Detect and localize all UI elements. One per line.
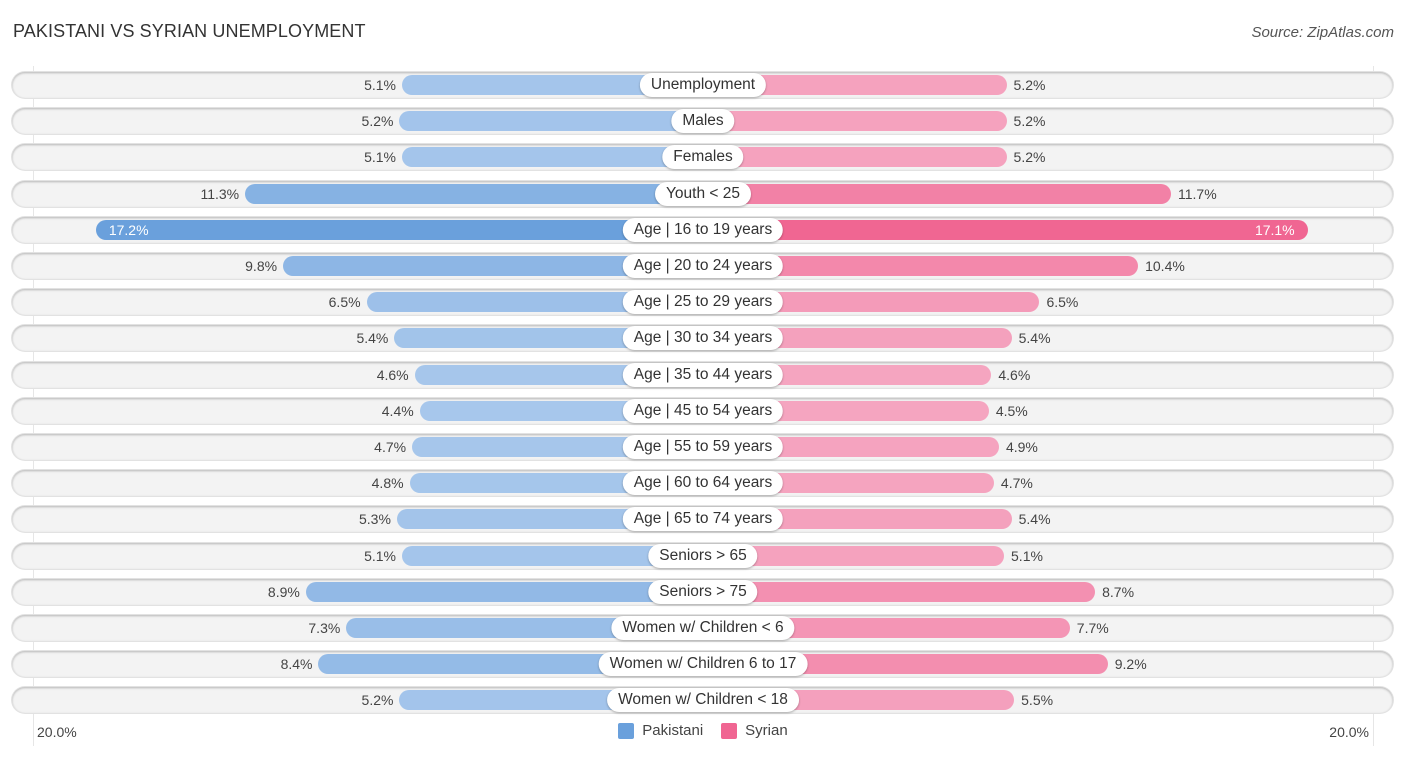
category-label: Seniors > 65	[648, 543, 758, 568]
value-label-syrian: 5.2%	[1013, 149, 1046, 166]
bar-syrian[interactable]	[703, 581, 1096, 602]
value-label-syrian: 8.7%	[1102, 583, 1135, 600]
legend: Pakistani Syrian	[0, 722, 1406, 739]
value-label-syrian: 5.5%	[1021, 692, 1054, 709]
category-label: Age | 65 to 74 years	[622, 507, 784, 532]
value-label-pakistani: 17.2%	[108, 221, 149, 238]
value-label-pakistani: 4.4%	[381, 402, 414, 419]
value-label-pakistani: 6.5%	[328, 294, 361, 311]
category-label: Women w/ Children < 18	[607, 688, 799, 713]
value-label-syrian: 4.9%	[1005, 439, 1038, 455]
category-label: Age | 60 to 64 years	[622, 471, 784, 496]
value-label-pakistani: 5.1%	[364, 77, 396, 93]
bar-pakistani[interactable]	[245, 183, 703, 204]
value-label-pakistani: 4.8%	[371, 475, 404, 492]
category-label: Age | 25 to 29 years	[622, 290, 784, 315]
value-label-pakistani: 5.4%	[356, 330, 389, 347]
value-label-syrian: 5.4%	[1018, 511, 1051, 528]
value-label-syrian: 5.2%	[1013, 77, 1046, 93]
category-label: Seniors > 75	[648, 579, 758, 604]
value-label-pakistani: 5.3%	[359, 511, 391, 528]
legend-swatch-syrian	[721, 722, 738, 739]
bar-pakistani[interactable]	[401, 147, 703, 168]
value-label-syrian: 4.5%	[995, 402, 1028, 419]
value-label-pakistani: 11.3%	[200, 185, 240, 202]
legend-item-syrian[interactable]: Syrian	[721, 722, 788, 739]
category-label: Age | 20 to 24 years	[622, 254, 784, 278]
value-label-pakistani: 7.3%	[308, 620, 341, 636]
category-label: Females	[662, 145, 744, 170]
bar-pakistani[interactable]	[399, 111, 703, 132]
bar-syrian[interactable]	[703, 219, 1308, 240]
bar-syrian[interactable]	[703, 147, 1007, 168]
category-label: Women w/ Children < 6	[611, 616, 795, 640]
value-label-syrian: 9.2%	[1114, 656, 1147, 673]
legend-item-pakistani[interactable]: Pakistani	[618, 722, 703, 739]
bar-pakistani[interactable]	[305, 581, 703, 602]
category-label: Women w/ Children 6 to 17	[598, 652, 808, 677]
value-label-syrian: 7.7%	[1076, 620, 1109, 636]
category-label: Youth < 25	[655, 181, 751, 206]
value-label-pakistani: 8.9%	[267, 583, 300, 600]
category-label: Age | 45 to 54 years	[622, 398, 784, 423]
category-label: Age | 16 to 19 years	[622, 217, 784, 242]
value-label-syrian: 6.5%	[1046, 294, 1079, 311]
value-label-syrian: 5.4%	[1018, 330, 1051, 347]
value-label-pakistani: 4.6%	[376, 366, 409, 383]
value-label-syrian: 5.2%	[1013, 113, 1046, 130]
category-label: Males	[671, 109, 735, 134]
value-label-syrian: 17.1%	[1254, 221, 1295, 238]
bar-syrian[interactable]	[703, 183, 1171, 204]
category-label: Age | 30 to 34 years	[622, 326, 784, 351]
legend-label-syrian: Syrian	[745, 722, 788, 739]
value-label-syrian: 11.7%	[1178, 185, 1217, 202]
legend-label-pakistani: Pakistani	[642, 722, 704, 739]
value-label-syrian: 10.4%	[1145, 258, 1185, 274]
value-label-pakistani: 5.1%	[364, 547, 396, 564]
value-label-syrian: 4.7%	[1000, 475, 1033, 492]
value-label-pakistani: 5.2%	[361, 692, 394, 709]
value-label-pakistani: 4.7%	[374, 439, 407, 455]
value-label-pakistani: 5.2%	[361, 113, 394, 130]
value-label-pakistani: 9.8%	[245, 258, 278, 274]
value-label-pakistani: 5.1%	[364, 149, 396, 166]
value-label-syrian: 5.1%	[1011, 547, 1043, 564]
category-label: Unemployment	[639, 73, 767, 97]
bar-pakistani[interactable]	[95, 219, 703, 240]
value-label-syrian: 4.6%	[998, 366, 1031, 383]
bar-syrian[interactable]	[703, 111, 1007, 132]
category-label: Age | 35 to 44 years	[622, 362, 784, 387]
value-label-pakistani: 8.4%	[280, 656, 313, 673]
legend-swatch-pakistani	[618, 722, 635, 739]
category-label: Age | 55 to 59 years	[622, 435, 784, 459]
chart-area: 5.1% 5.2% Unemployment 5.2% 5.2% Males 5.1% 5.2…	[0, 0, 1406, 757]
